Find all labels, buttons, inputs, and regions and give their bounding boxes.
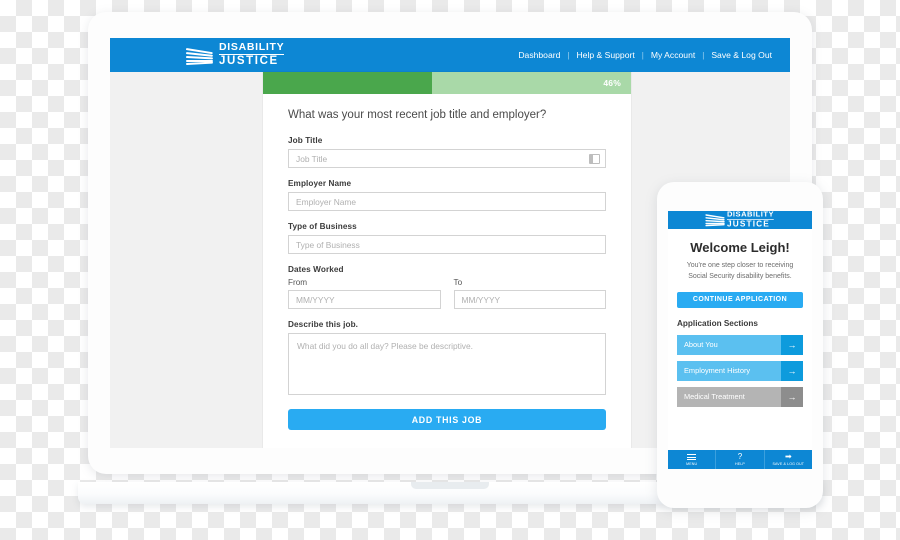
tab-help[interactable]: ? HELP (716, 450, 765, 469)
arrow-right-icon[interactable]: → (781, 334, 803, 355)
section-label: Employment History (677, 360, 781, 381)
form-content: What was your most recent job title and … (263, 94, 631, 430)
logout-icon: ➡ (784, 452, 792, 461)
to-label: To (453, 278, 463, 287)
type-of-business-input[interactable]: Type of Business (288, 235, 606, 254)
continue-application-button[interactable]: CONTINUE APPLICATION (677, 291, 803, 308)
job-title-label: Job Title (288, 136, 323, 145)
field-describe-job: Describe this job. What did you do all d… (288, 320, 606, 395)
mobile-header: DISABILITY JUSTICE (668, 211, 812, 229)
mobile-brand-logo-text: DISABILITY JUSTICE (727, 211, 775, 229)
section-item-employment-history[interactable]: Employment History → (677, 360, 803, 381)
application-form-card: 46% What was your most recent job title … (263, 72, 631, 448)
mobile-logo-line-1: DISABILITY (727, 211, 775, 221)
question-icon: ? (737, 452, 743, 461)
tab-menu[interactable]: MENU (668, 450, 717, 469)
job-title-placeholder: Job Title (296, 153, 328, 164)
brand-logo[interactable]: DISABILITY JUSTICE (186, 41, 285, 68)
brand-logo-text: DISABILITY JUSTICE (219, 41, 285, 68)
hamburger-icon (687, 453, 697, 462)
tab-menu-label: MENU (686, 462, 698, 467)
nav-separator: | (567, 50, 570, 60)
site-header: DISABILITY JUSTICE Dashboard | Help & Su… (110, 38, 790, 72)
employer-name-input[interactable]: Employer Name (288, 192, 606, 211)
from-label: From (288, 278, 308, 287)
describe-job-label: Describe this job. (288, 320, 359, 329)
field-job-title: Job Title Job Title (288, 136, 606, 168)
dates-worked-to: To MM/YYYY (453, 278, 606, 309)
type-of-business-label: Type of Business (288, 222, 357, 231)
mobile-tab-bar: MENU ? HELP ➡ SAVE & LOG OUT (668, 450, 812, 469)
progress-bar: 46% (263, 72, 631, 94)
employer-name-label: Employer Name (288, 179, 352, 188)
date-to-input[interactable]: MM/YYYY (453, 290, 606, 309)
phone-screen: DISABILITY JUSTICE Welcome Leigh! You're… (668, 211, 812, 469)
main-navigation: Dashboard | Help & Support | My Account … (518, 50, 772, 60)
section-item-about-you[interactable]: About You → (677, 334, 803, 355)
date-from-input[interactable]: MM/YYYY (288, 290, 441, 309)
date-to-placeholder: MM/YYYY (461, 294, 501, 305)
question-heading: What was your most recent job title and … (288, 109, 547, 121)
logo-line-2: JUSTICE (219, 55, 279, 68)
arrow-right-icon[interactable]: → (781, 360, 803, 381)
dates-worked-from: From MM/YYYY (288, 278, 441, 309)
field-dates-worked: Dates Worked From MM/YYYY To MM/YYYY (288, 265, 606, 309)
progress-bar-fill (263, 72, 433, 94)
nav-item-help-support[interactable]: Help & Support (576, 50, 634, 60)
field-employer-name: Employer Name Employer Name (288, 179, 606, 211)
tab-save-log-out[interactable]: ➡ SAVE & LOG OUT (765, 450, 812, 469)
job-title-input[interactable]: Job Title (288, 149, 606, 168)
nav-item-my-account[interactable]: My Account (651, 50, 695, 60)
wave-logo-icon (186, 46, 213, 65)
phone-mockup: DISABILITY JUSTICE Welcome Leigh! You're… (657, 182, 823, 508)
progress-percent-label: 46% (603, 78, 621, 88)
id-card-icon[interactable] (589, 153, 600, 164)
field-type-of-business: Type of Business Type of Business (288, 222, 606, 254)
tab-save-log-out-label: SAVE & LOG OUT (772, 462, 805, 466)
mobile-logo-line-2: JUSTICE (727, 220, 771, 229)
laptop-notch (411, 482, 489, 489)
describe-job-textarea[interactable]: What did you do all day? Please be descr… (288, 333, 606, 395)
welcome-title: Welcome Leigh! (690, 240, 790, 255)
add-this-job-button[interactable]: ADD THIS JOB (288, 409, 606, 430)
date-from-placeholder: MM/YYYY (296, 294, 335, 305)
arrow-right-icon[interactable]: → (781, 386, 803, 407)
nav-separator: | (641, 50, 644, 60)
section-label: About You (677, 334, 781, 355)
employer-name-placeholder: Employer Name (296, 196, 357, 207)
section-label: Medical Treatment (677, 386, 781, 407)
dates-worked-row: From MM/YYYY To MM/YYYY (288, 278, 606, 309)
welcome-subtitle: You're one step closer to receiving Soci… (686, 262, 794, 280)
mobile-brand-logo[interactable]: DISABILITY JUSTICE (705, 211, 775, 229)
type-of-business-placeholder: Type of Business (296, 239, 360, 250)
section-item-medical-treatment[interactable]: Medical Treatment → (677, 386, 803, 407)
logo-line-1: DISABILITY (219, 41, 285, 56)
nav-separator: | (702, 50, 705, 60)
wave-logo-icon (705, 213, 726, 227)
dates-worked-label: Dates Worked (288, 265, 344, 274)
nav-item-save-log-out[interactable]: Save & Log Out (711, 50, 772, 60)
nav-item-dashboard[interactable]: Dashboard (518, 50, 560, 60)
application-sections-title: Application Sections (677, 318, 758, 328)
mobile-body: Welcome Leigh! You're one step closer to… (668, 229, 812, 450)
tab-help-label: HELP (735, 462, 745, 466)
